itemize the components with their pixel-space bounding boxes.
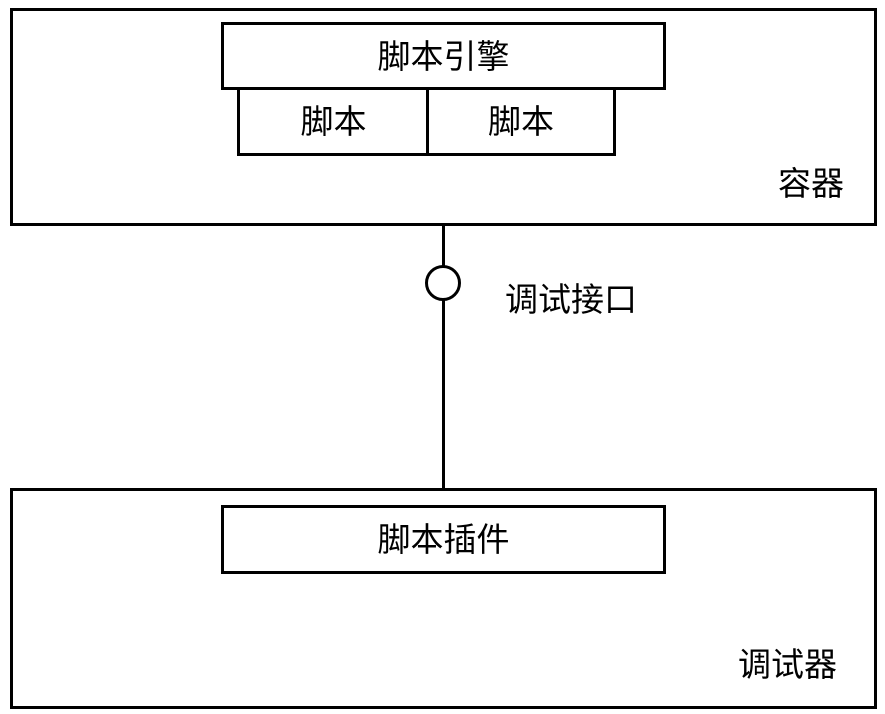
interface-lollipop-icon bbox=[425, 265, 461, 301]
interface-label: 调试接口 bbox=[505, 280, 637, 319]
debugger-label: 调试器 bbox=[738, 645, 837, 684]
script-engine-box: 脚本引擎 bbox=[221, 22, 666, 90]
script-label-2: 脚本 bbox=[488, 102, 554, 141]
script-box-1: 脚本 bbox=[237, 87, 430, 156]
script-plugin-box: 脚本插件 bbox=[221, 505, 666, 574]
script-engine-label: 脚本引擎 bbox=[377, 36, 510, 76]
script-plugin-label: 脚本插件 bbox=[377, 520, 510, 559]
script-box-2: 脚本 bbox=[426, 87, 616, 156]
container-label: 容器 bbox=[778, 164, 844, 203]
connector-line bbox=[442, 224, 445, 490]
script-label-1: 脚本 bbox=[300, 102, 367, 141]
